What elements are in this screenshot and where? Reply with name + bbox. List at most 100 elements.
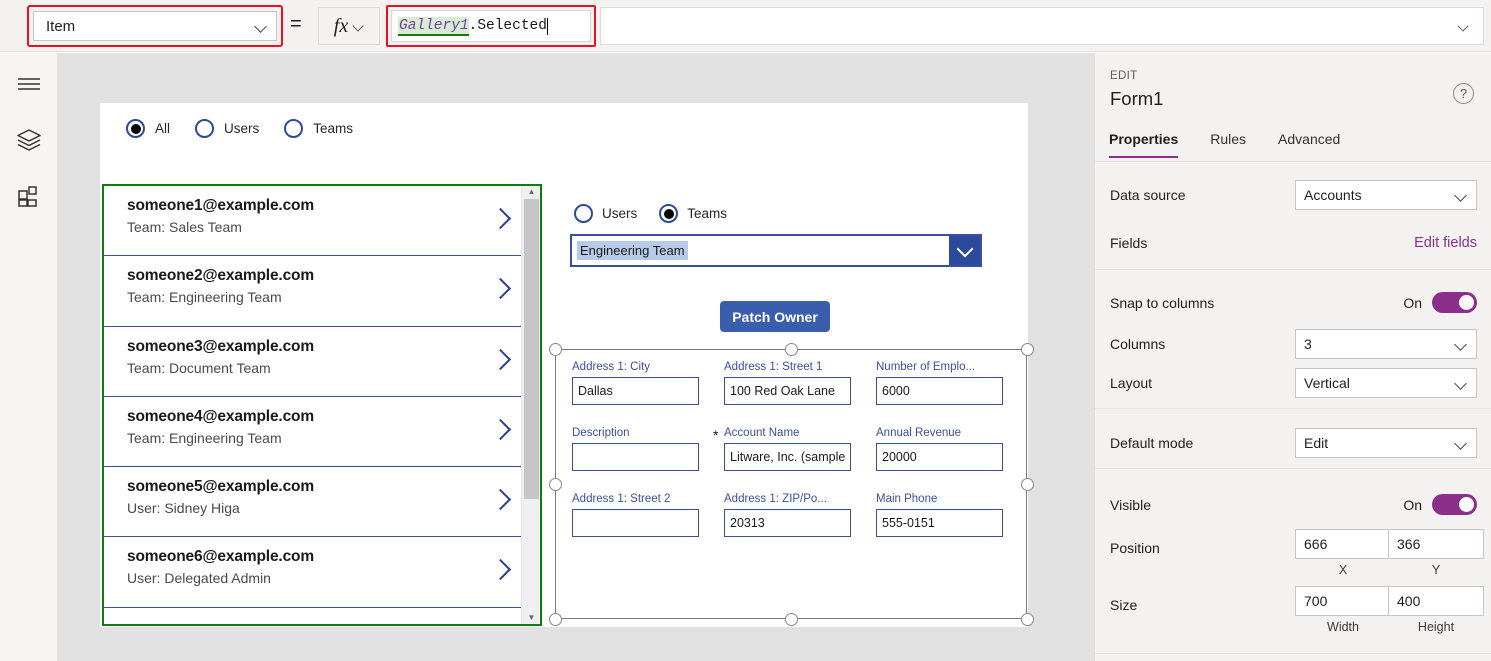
size-width-input[interactable]: 700 xyxy=(1295,586,1391,616)
gallery-item-title: someone1@example.com xyxy=(127,197,314,214)
chevron-down-icon[interactable] xyxy=(1458,21,1469,32)
layers-icon[interactable] xyxy=(0,112,58,168)
row-position: Position 666 366 X Y xyxy=(1095,519,1491,577)
form-field-address1-city[interactable]: Address 1: City Dallas xyxy=(572,361,712,427)
form-field-number-of-employees[interactable]: Number of Emplo... 6000 xyxy=(876,361,1016,427)
field-label: Address 1: ZIP/Po... xyxy=(724,493,827,505)
row-size: Size 700 400 Width Height xyxy=(1095,576,1491,634)
scroll-up-arrow-icon[interactable]: ▲ xyxy=(522,186,540,198)
resize-handle-bottom-right[interactable] xyxy=(1021,613,1034,626)
field-input[interactable]: 100 Red Oak Lane xyxy=(724,377,851,405)
owner-combobox[interactable]: Engineering Team xyxy=(570,234,982,267)
fx-dropdown-button[interactable]: fx xyxy=(318,7,380,45)
resize-handle-middle-left[interactable] xyxy=(549,478,562,491)
app-screen-canvas[interactable]: All Users Teams someone1@example.com Tea… xyxy=(100,103,1034,627)
snap-to-columns-label: Snap to columns xyxy=(1110,294,1215,311)
tab-rules[interactable]: Rules xyxy=(1210,131,1246,158)
formula-input[interactable]: Gallery1 .Selected xyxy=(391,10,591,42)
position-y-input[interactable]: 366 xyxy=(1388,529,1484,559)
form-field-main-phone[interactable]: Main Phone 555-0151 xyxy=(876,493,1016,559)
gallery-item[interactable]: someone5@example.com User: Sidney Higa xyxy=(104,467,522,538)
chevron-right-icon[interactable] xyxy=(491,557,508,583)
field-input[interactable]: 20000 xyxy=(876,443,1003,471)
chevron-right-icon[interactable] xyxy=(491,487,508,513)
field-label: Address 1: Street 2 xyxy=(572,493,671,505)
gallery-item[interactable]: someone4@example.com Team: Engineering T… xyxy=(104,396,522,468)
field-input[interactable]: 6000 xyxy=(876,377,1003,405)
properties-panel: EDIT Form1 ? Properties Rules Advanced D… xyxy=(1094,53,1491,661)
radio-option-teams[interactable]: Teams xyxy=(284,119,353,138)
position-x-input[interactable]: 666 xyxy=(1295,529,1391,559)
data-source-dropdown[interactable]: Accounts xyxy=(1295,179,1477,210)
field-input[interactable] xyxy=(572,443,699,471)
form-field-account-name[interactable]: * Account Name Litware, Inc. (sample xyxy=(713,427,864,493)
snap-to-columns-toggle[interactable] xyxy=(1432,292,1477,313)
resize-handle-top-center[interactable] xyxy=(785,343,798,356)
chevron-down-icon xyxy=(1455,189,1467,201)
radio-group-owner-type[interactable]: Users Teams xyxy=(574,204,727,223)
gallery-item[interactable]: someone2@example.com Team: Engineering T… xyxy=(104,256,522,327)
chevron-down-icon[interactable] xyxy=(949,236,980,265)
insert-grid-icon[interactable] xyxy=(0,168,58,224)
gallery-item-subtitle: Team: Document Team xyxy=(127,359,271,376)
field-label: Address 1: Street 1 xyxy=(724,361,823,373)
gallery-item-title: someone5@example.com xyxy=(127,478,314,496)
chevron-right-icon[interactable] xyxy=(491,276,508,302)
gallery-item-subtitle: Team: Sales Team xyxy=(127,219,242,235)
scroll-down-arrow-icon[interactable]: ▼ xyxy=(522,612,540,624)
field-input[interactable]: Litware, Inc. (sample xyxy=(724,443,851,471)
help-icon[interactable]: ? xyxy=(1453,83,1474,104)
field-input[interactable]: Dallas xyxy=(572,377,699,405)
radio-label: Users xyxy=(602,206,638,221)
radio-option-all[interactable]: All xyxy=(126,119,170,138)
chevron-right-icon[interactable] xyxy=(491,206,508,232)
resize-handle-top-right[interactable] xyxy=(1021,343,1034,356)
radio-option-users[interactable]: Users xyxy=(195,119,259,138)
chevron-right-icon[interactable] xyxy=(491,347,508,373)
chevron-right-icon[interactable] xyxy=(491,417,508,443)
form-field-address1-street2[interactable]: Address 1: Street 2 xyxy=(572,493,712,559)
default-mode-dropdown[interactable]: Edit xyxy=(1295,427,1477,458)
visible-toggle[interactable] xyxy=(1432,494,1477,515)
form-field-address1-zip[interactable]: Address 1: ZIP/Po... 20313 xyxy=(724,493,864,559)
field-label: Account Name xyxy=(724,427,800,439)
hamburger-menu-icon[interactable] xyxy=(0,56,58,112)
gallery-item[interactable]: someone6@example.com User: Delegated Adm… xyxy=(104,537,522,608)
field-input[interactable] xyxy=(572,509,699,537)
chevron-down-icon xyxy=(255,20,267,32)
resize-handle-bottom-center[interactable] xyxy=(785,613,798,626)
gallery-scrollbar[interactable]: ▲ ▼ xyxy=(521,186,540,624)
gallery-item[interactable]: someone1@example.com Team: Sales Team xyxy=(104,186,522,257)
radio-option-users[interactable]: Users xyxy=(574,204,637,223)
radio-label: Users xyxy=(224,121,260,136)
radio-icon xyxy=(574,204,593,223)
field-label: Description xyxy=(572,427,630,439)
radio-option-teams[interactable]: Teams xyxy=(659,204,727,223)
scrollbar-thumb[interactable] xyxy=(524,199,539,499)
gallery-control[interactable]: someone1@example.com Team: Sales Team so… xyxy=(102,184,542,626)
radio-label: Teams xyxy=(687,206,728,221)
size-height-input[interactable]: 400 xyxy=(1388,586,1484,616)
property-selector-dropdown[interactable]: Item xyxy=(33,11,277,41)
field-input[interactable]: 20313 xyxy=(724,509,851,537)
resize-handle-top-left[interactable] xyxy=(549,343,562,356)
field-input[interactable]: 555-0151 xyxy=(876,509,1003,537)
tab-properties[interactable]: Properties xyxy=(1109,131,1179,158)
resize-handle-bottom-left[interactable] xyxy=(549,613,562,626)
divider xyxy=(1095,468,1491,469)
formula-bar-expand-area[interactable] xyxy=(600,7,1484,45)
columns-dropdown[interactable]: 3 xyxy=(1295,328,1477,359)
left-rail xyxy=(0,53,58,661)
tab-advanced[interactable]: Advanced xyxy=(1278,131,1340,158)
gallery-item[interactable]: someone3@example.com Team: Document Team xyxy=(104,326,522,397)
form-field-annual-revenue[interactable]: Annual Revenue 20000 xyxy=(876,427,1016,493)
patch-owner-button[interactable]: Patch Owner xyxy=(720,301,830,332)
required-asterisk-icon: * xyxy=(713,427,719,443)
edit-fields-link[interactable]: Edit fields xyxy=(1414,235,1477,251)
layout-dropdown[interactable]: Vertical xyxy=(1295,367,1477,398)
radio-group-filter[interactable]: All Users Teams xyxy=(126,119,353,138)
form-field-address1-street1[interactable]: Address 1: Street 1 100 Red Oak Lane xyxy=(724,361,864,427)
form-field-description[interactable]: Description xyxy=(572,427,712,493)
resize-handle-middle-right[interactable] xyxy=(1021,478,1034,491)
edit-form-control[interactable]: Address 1: City Dallas Address 1: Street… xyxy=(555,349,1027,619)
